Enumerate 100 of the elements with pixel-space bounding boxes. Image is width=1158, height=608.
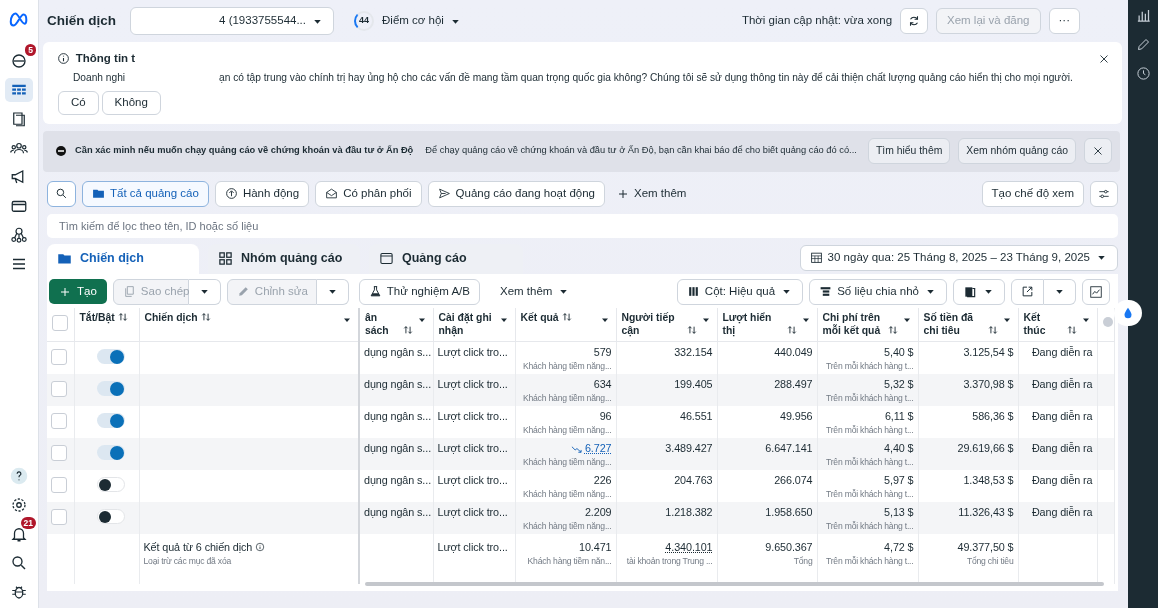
chart-icon xyxy=(1135,8,1151,23)
cell-note: Khách hàng tiềm năng... xyxy=(521,392,612,405)
notification-badge: 21 xyxy=(20,517,36,529)
column-header[interactable]: Kết thúc xyxy=(1023,310,1064,337)
filter-chip[interactable]: Có phân phối xyxy=(315,180,422,207)
more-filters-button[interactable]: Xem thêm xyxy=(617,184,687,203)
table-cell-text: 6,11 $ xyxy=(883,409,914,425)
checkbox[interactable] xyxy=(52,314,68,331)
search-field[interactable]: Tìm kiếm để lọc theo tên, ID hoặc số liệu xyxy=(47,213,1118,238)
result-link[interactable]: 6.727 xyxy=(584,442,612,455)
level-tab[interactable]: Chiến dịch xyxy=(47,243,199,274)
table-cell-text: Lượt click tro... xyxy=(437,441,509,457)
info-icon xyxy=(255,542,266,553)
table-cell: dụng ngân s... xyxy=(364,345,429,361)
help-icon xyxy=(10,467,28,485)
filter-chip[interactable]: Tất cả quảng cáo xyxy=(82,180,209,207)
cell-note: Khách hàng tiềm năng... xyxy=(521,488,612,501)
toggle-switch[interactable] xyxy=(96,349,125,365)
column-header[interactable]: Chiến dịch xyxy=(144,310,198,324)
column-header[interactable]: ân sách xyxy=(365,310,400,337)
close-button[interactable] xyxy=(1098,52,1110,65)
checkbox[interactable] xyxy=(51,509,67,526)
column-header[interactable]: Tắt/Bật xyxy=(79,310,115,324)
table-cell-text: 5,13 $ xyxy=(883,505,914,521)
column-header[interactable]: Số tiền đã chi tiêu xyxy=(923,310,985,337)
banner-button[interactable]: Xem nhóm quảng cáo xyxy=(958,138,1076,165)
filter-settings-button[interactable] xyxy=(1090,180,1118,207)
table-cell-text: 4,72 $ xyxy=(883,540,914,556)
cell-note: Trên mỗi khách hàng t... xyxy=(824,392,914,405)
cell-note: Trên mỗi khách hàng t... xyxy=(824,520,914,533)
pages-icon xyxy=(10,110,28,128)
checkbox[interactable] xyxy=(51,349,67,366)
chart-button[interactable] xyxy=(1082,278,1110,305)
columns-dropdown[interactable]: Cột: Hiệu quả xyxy=(676,278,804,305)
clock-icon xyxy=(1135,66,1151,81)
columns-icon xyxy=(686,285,700,299)
table-cell-text: 11.326,43 $ xyxy=(957,505,1014,521)
filter-chip[interactable]: Hành động xyxy=(214,180,310,207)
column-header[interactable]: Cài đặt ghi nhận xyxy=(438,310,495,337)
more-button[interactable]: Xem thêm xyxy=(499,282,571,301)
table-cell: dụng ngân s... xyxy=(364,505,429,521)
drop-button[interactable] xyxy=(1114,300,1142,326)
table-cell-text: 440.049 xyxy=(773,345,813,361)
send-icon xyxy=(437,187,451,201)
checkbox[interactable] xyxy=(51,477,67,494)
cell-note: Khách hàng tiềm năn... xyxy=(526,555,612,568)
table-cell-text: 49.956 xyxy=(779,409,813,425)
bell-icon xyxy=(10,525,28,543)
cell-note: Khách hàng tiềm năng... xyxy=(521,424,612,437)
toggle-switch[interactable] xyxy=(96,381,125,397)
chart-icon xyxy=(1089,284,1103,299)
toolbar-button[interactable] xyxy=(1135,37,1151,52)
search-icon xyxy=(55,187,68,201)
column-header[interactable]: Lượt hiển thị xyxy=(722,310,784,337)
date-range-picker[interactable]: 30 ngày qua: 25 Tháng 8, 2025 – 23 Tháng 9, 2025 xyxy=(799,244,1118,271)
cell-note: Trên mỗi khách hàng t... xyxy=(824,555,914,568)
summary-subtitle: Loại trừ các mục đã xóa xyxy=(143,555,233,568)
column-header[interactable]: Kết quả xyxy=(520,310,559,324)
toolbar-button[interactable] xyxy=(1135,8,1151,23)
checkbox[interactable] xyxy=(51,381,67,398)
more-button[interactable]: ··· xyxy=(1048,8,1080,34)
checkbox[interactable] xyxy=(51,445,67,462)
toggle-switch[interactable] xyxy=(96,477,125,493)
column-header[interactable]: Chi phí trên mỗi kết quả xyxy=(822,310,885,337)
scrollbar[interactable] xyxy=(365,581,1104,586)
calendar-icon xyxy=(809,251,823,265)
banner-button[interactable]: Tìm hiểu thêm xyxy=(867,138,951,165)
table-cell-text: 6.647.141 xyxy=(764,441,813,457)
table-cell-text: 634 xyxy=(592,377,612,393)
answer-button[interactable]: Không xyxy=(101,90,161,115)
refresh-button[interactable] xyxy=(900,8,929,34)
ab-test-button[interactable]: Thử nghiệm A/B xyxy=(358,278,480,305)
table-cell-text: 49.377,50 $ xyxy=(956,540,1014,556)
filter-chip[interactable]: Quảng cáo đang hoạt động xyxy=(427,180,605,207)
table-cell: dụng ngân s... xyxy=(364,473,429,489)
column-header[interactable]: Người tiếp cận xyxy=(621,310,684,337)
search-button[interactable] xyxy=(47,180,76,207)
toggle-switch[interactable] xyxy=(96,413,125,429)
toggle-switch[interactable] xyxy=(96,445,125,461)
flask-icon xyxy=(368,285,382,299)
opportunity-dropdown[interactable]: Điểm cơ hội xyxy=(382,12,462,30)
breakdown-dropdown[interactable]: Số liệu chia nhỏ xyxy=(809,278,947,305)
trend-down-icon xyxy=(570,443,582,455)
account-selector[interactable]: 4 (1933755544... xyxy=(130,7,334,35)
table-cell-text: 2.209 xyxy=(583,505,612,521)
table-cell-text: 10.471 xyxy=(578,540,612,556)
answer-button[interactable]: Có xyxy=(58,90,99,115)
toolbar-button[interactable] xyxy=(1135,66,1151,81)
reports-dropdown[interactable] xyxy=(953,278,1005,305)
create-button[interactable]: Tạo xyxy=(49,279,107,305)
minus-circle-icon xyxy=(55,145,67,158)
checkbox[interactable] xyxy=(51,413,67,430)
cell-note: Khách hàng tiềm năng... xyxy=(521,456,612,469)
table-cell-text: 332.154 xyxy=(673,345,713,361)
cell-note: Trên mỗi khách hàng t... xyxy=(824,424,914,437)
export-button[interactable] xyxy=(1011,278,1044,305)
create-view-button[interactable]: Tạo chế độ xem xyxy=(981,180,1084,207)
plus-icon xyxy=(59,285,71,298)
table-cell-text: Đang diễn ra xyxy=(1030,409,1093,425)
toggle-switch[interactable] xyxy=(96,509,125,525)
